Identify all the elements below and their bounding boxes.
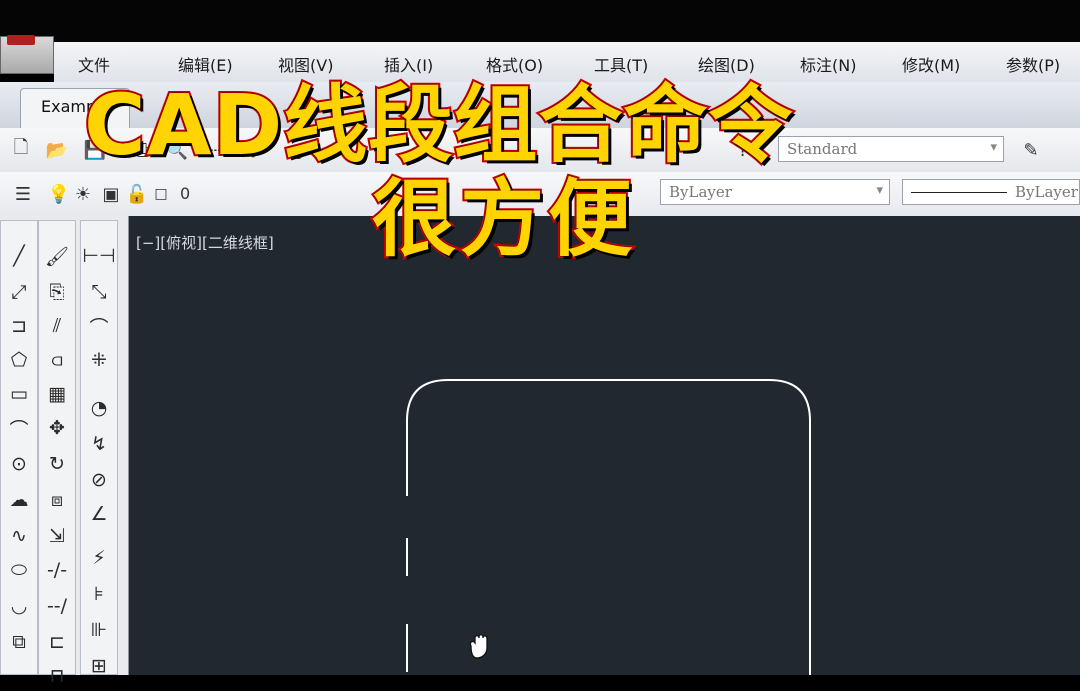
application-menu-button[interactable]: [0, 35, 54, 74]
layer-on-bulb-icon[interactable]: 💡: [46, 181, 72, 207]
rectangle-icon[interactable]: ▭: [4, 379, 34, 409]
radius-icon[interactable]: ◔: [84, 393, 114, 423]
ordinate-icon[interactable]: ⁜: [84, 345, 114, 375]
rotate-icon[interactable]: ↻: [42, 449, 72, 479]
offset-icon[interactable]: ⫏: [42, 345, 72, 375]
revcloud-icon[interactable]: ☁: [4, 485, 34, 515]
arc-icon[interactable]: ⌒: [4, 413, 34, 443]
ellipse-arc-icon[interactable]: ◡: [4, 591, 34, 621]
break-icon[interactable]: ⊏: [42, 627, 72, 657]
baseline-icon[interactable]: ⊧: [84, 579, 114, 609]
copy-icon[interactable]: ⎘: [42, 277, 72, 307]
circle-icon[interactable]: ⊙: [4, 449, 34, 479]
viewport-label[interactable]: [−][俯视][二维线框]: [136, 232, 274, 253]
autocad-logo-icon: [7, 35, 35, 45]
left-tool-palettes: ╱ ⤢ ⊐ ⬠ ▭ ⌒ ⊙ ☁ ∿ ⬭ ◡ ⧉ 🖌 ⎘ ⫽ ⫏ ▦ ✥ ↻ ⧈ …: [0, 216, 129, 687]
chevron-down-icon: ▾: [990, 140, 997, 155]
dimension-toolbar: ⊢⊣ ⤡ ⌒ ⁜ ◔ ↯ ⊘ ∠ ⚡ ⊧ ⊪ ⊞: [80, 220, 118, 677]
move-icon[interactable]: ✥: [42, 413, 72, 443]
stretch-icon[interactable]: ⇲: [42, 521, 72, 551]
line-icon[interactable]: ╱: [4, 241, 34, 271]
arc-length-icon[interactable]: ⌒: [84, 311, 114, 341]
polygon-icon[interactable]: ⬠: [4, 345, 34, 375]
modify-toolbar: 🖌 ⎘ ⫽ ⫏ ▦ ✥ ↻ ⧈ ⇲ -/- --/ ⊏ ⊓: [38, 220, 76, 687]
trim-icon[interactable]: -/-: [42, 555, 72, 585]
draw-toolbar: ╱ ⤢ ⊐ ⬠ ▭ ⌒ ⊙ ☁ ∿ ⬭ ◡ ⧉: [0, 220, 38, 675]
continue-icon[interactable]: ⊪: [84, 615, 114, 645]
linear-dim-icon[interactable]: ⊢⊣: [82, 241, 115, 271]
aligned-dim-icon[interactable]: ⤡: [84, 277, 114, 307]
menu-parameter[interactable]: 参数(P): [1006, 52, 1060, 76]
extend-icon[interactable]: --/: [42, 591, 72, 621]
jogged-icon[interactable]: ↯: [84, 429, 114, 459]
layer-viewport-icon[interactable]: ▣: [98, 181, 124, 207]
drawing-geometry: [406, 379, 811, 675]
new-file-icon[interactable]: 🗋: [8, 137, 34, 163]
angular-icon[interactable]: ∠: [84, 499, 114, 529]
top-black-bar: [0, 0, 1080, 42]
ellipse-icon[interactable]: ⬭: [4, 555, 34, 585]
linetype-combo[interactable]: ByLayer: [902, 179, 1080, 205]
diameter-icon[interactable]: ⊘: [84, 465, 114, 495]
pan-hand-cursor-icon: [469, 634, 488, 659]
polyline-icon[interactable]: ⊐: [4, 311, 34, 341]
layer-thaw-sun-icon[interactable]: ☀: [70, 181, 96, 207]
spline-icon[interactable]: ∿: [4, 521, 34, 551]
drawing-canvas[interactable]: [129, 216, 1080, 675]
insert-block-icon[interactable]: ⧉: [4, 627, 34, 657]
array-icon[interactable]: ▦: [42, 379, 72, 409]
tolerance-icon[interactable]: ⊞: [84, 651, 114, 681]
chevron-down-icon: ▾: [876, 183, 883, 198]
table-style-icon[interactable]: ✎: [1018, 137, 1044, 163]
layer-unlock-icon[interactable]: 🔓: [124, 181, 150, 207]
color-combo[interactable]: ByLayer ▾: [660, 179, 890, 205]
layer-name[interactable]: 0: [180, 184, 190, 203]
erase-icon[interactable]: 🖌: [42, 241, 72, 271]
layer-color-swatch-icon: □: [154, 186, 168, 202]
layer-manager-icon[interactable]: ☰: [10, 181, 36, 207]
linetype-preview: [911, 192, 1007, 193]
open-folder-icon[interactable]: 📂: [44, 137, 70, 163]
scale-icon[interactable]: ⧈: [42, 485, 72, 515]
rounded-rectangle-polyline[interactable]: [406, 379, 811, 675]
quick-dim-icon[interactable]: ⚡: [84, 543, 114, 573]
xline-icon[interactable]: ⤢: [4, 277, 34, 307]
mirror-icon[interactable]: ⫽: [42, 311, 72, 341]
overlay-title-line2: 很方便: [370, 168, 637, 270]
join-icon[interactable]: ⊓: [42, 661, 72, 691]
